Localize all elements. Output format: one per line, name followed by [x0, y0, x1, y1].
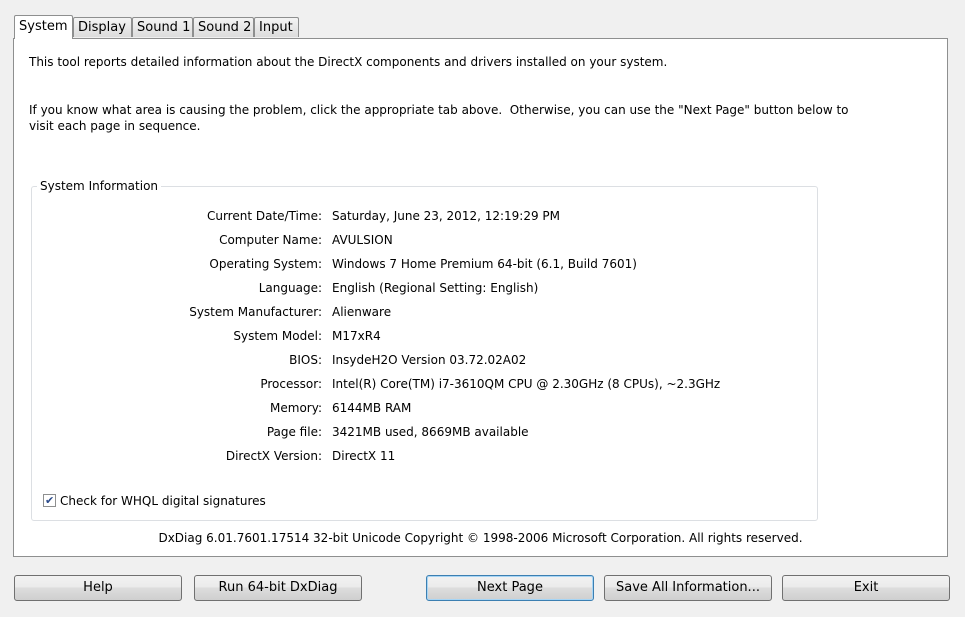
info-row-computer-name: Computer Name: AVULSION	[32, 232, 812, 248]
info-label: Current Date/Time:	[206, 209, 322, 223]
whql-checkbox-label[interactable]: Check for WHQL digital signatures	[60, 494, 266, 508]
info-row-system-model: System Model: M17xR4	[32, 328, 812, 344]
tab-display[interactable]: Display	[73, 17, 132, 37]
info-label: Operating System:	[209, 257, 322, 271]
copyright-footer: DxDiag 6.01.7601.17514 32-bit Unicode Co…	[158, 531, 803, 545]
info-row-system-manufacturer: System Manufacturer: Alienware	[32, 304, 812, 320]
intro-text: This tool reports detailed information a…	[29, 55, 668, 69]
intro-instructions: If you know what area is causing the pro…	[29, 103, 849, 133]
info-value: Intel(R) Core(TM) i7-3610QM CPU @ 2.30GH…	[332, 377, 721, 391]
info-row-operating-system: Operating System: Windows 7 Home Premium…	[32, 256, 812, 272]
info-value: Alienware	[332, 305, 392, 319]
checkmark-icon: ✔	[45, 494, 55, 507]
info-value: 6144MB RAM	[332, 401, 412, 415]
info-row-page-file: Page file: 3421MB used, 8669MB available	[32, 424, 812, 440]
tab-input[interactable]: Input	[254, 17, 299, 37]
info-row-memory: Memory: 6144MB RAM	[32, 400, 812, 416]
info-value: InsydeH2O Version 03.72.02A02	[332, 353, 527, 367]
info-row-bios: BIOS: InsydeH2O Version 03.72.02A02	[32, 352, 812, 368]
info-value: English (Regional Setting: English)	[332, 281, 539, 295]
info-label: Language:	[258, 281, 322, 295]
info-row-directx-version: DirectX Version: DirectX 11	[32, 448, 812, 464]
tab-system[interactable]: System	[14, 15, 73, 39]
info-label: System Manufacturer:	[189, 305, 322, 319]
help-button[interactable]: Help	[14, 575, 182, 601]
whql-checkbox[interactable]: ✔	[43, 494, 56, 507]
info-value: AVULSION	[332, 233, 393, 247]
system-information-group: System Information Current Date/Time: Sa…	[31, 179, 818, 521]
info-value: Saturday, June 23, 2012, 12:19:29 PM	[332, 209, 561, 223]
info-value: 3421MB used, 8669MB available	[332, 425, 529, 439]
save-all-information-button[interactable]: Save All Information...	[604, 575, 772, 601]
system-tab-panel: This tool reports detailed information a…	[13, 38, 948, 557]
group-title: System Information	[37, 179, 162, 193]
next-page-button[interactable]: Next Page	[426, 575, 594, 601]
info-label: System Model:	[233, 329, 322, 343]
info-row-date-time: Current Date/Time: Saturday, June 23, 20…	[32, 208, 812, 224]
info-label: DirectX Version:	[225, 449, 322, 463]
run-64-bit-dxdiag-button[interactable]: Run 64-bit DxDiag	[194, 575, 362, 601]
tab-sound-2[interactable]: Sound 2	[193, 17, 254, 37]
info-label: Computer Name:	[219, 233, 322, 247]
info-value: M17xR4	[332, 329, 381, 343]
info-row-language: Language: English (Regional Setting: Eng…	[32, 280, 812, 296]
tab-sound-1[interactable]: Sound 1	[132, 17, 193, 37]
info-value: Windows 7 Home Premium 64-bit (6.1, Buil…	[332, 257, 637, 271]
info-label: Processor:	[260, 377, 322, 391]
whql-checkbox-row[interactable]: ✔ Check for WHQL digital signatures	[43, 493, 266, 509]
exit-button[interactable]: Exit	[782, 575, 950, 601]
info-label: BIOS:	[289, 353, 322, 367]
info-label: Page file:	[266, 425, 322, 439]
info-label: Memory:	[270, 401, 322, 415]
info-value: DirectX 11	[332, 449, 396, 463]
info-row-processor: Processor: Intel(R) Core(TM) i7-3610QM C…	[32, 376, 812, 392]
